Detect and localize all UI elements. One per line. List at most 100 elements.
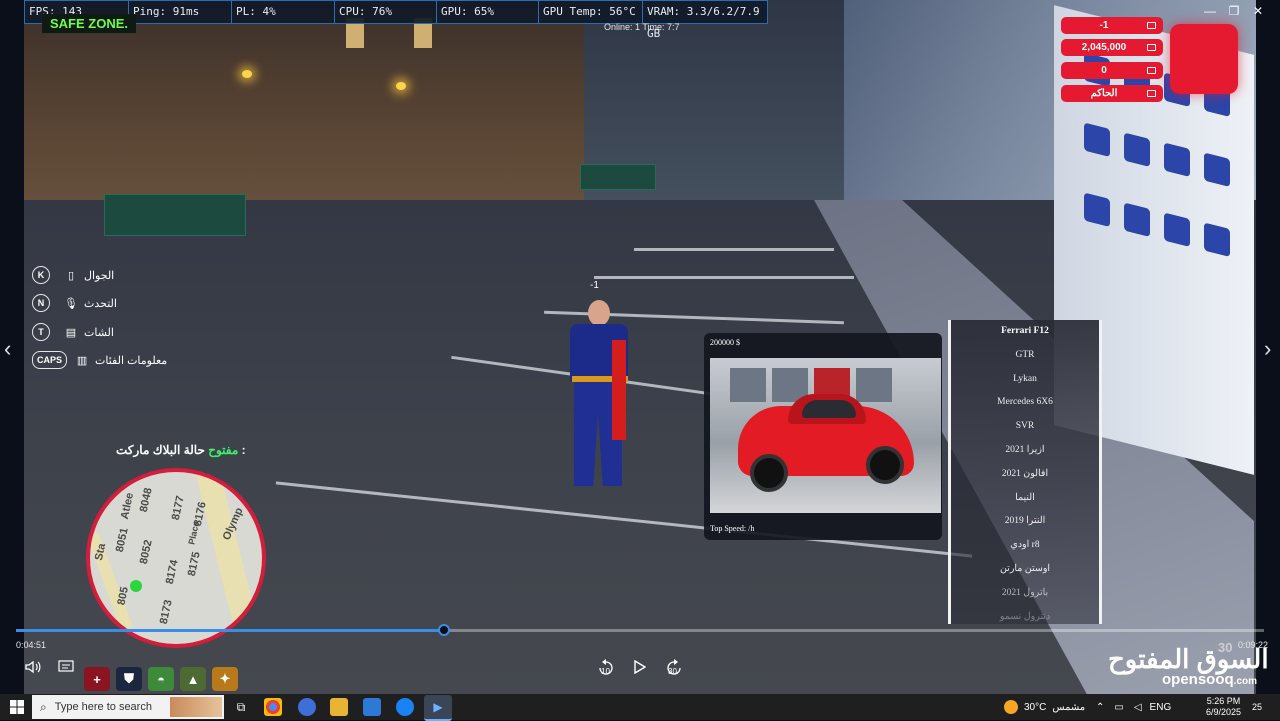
player-id-tag: -1 [590,280,599,291]
player-id-row: -1 [1061,17,1163,34]
video-progress-fill [16,629,445,632]
chevron-right-icon: › [1264,336,1272,361]
vehicle-list-item[interactable]: افالون 2021 [951,463,1099,487]
armor-button: ⛊ [116,667,142,691]
chrome-app-button[interactable] [264,698,282,716]
vehicle-list-item[interactable]: GTR [951,344,1099,368]
captions-button[interactable] [57,658,75,676]
clock-date: 6/9/2025 [1206,707,1242,717]
notification-count: 25 [1252,702,1263,712]
chat-icon: ▤ [65,326,77,339]
store-button[interactable] [363,698,381,716]
map-label: 8175 [185,550,203,578]
rewind-10-button[interactable]: 10 [596,657,616,679]
weather-widget[interactable]: 30°C مشمس [1004,694,1085,720]
map-label: 8052 [137,538,155,566]
microphone-icon: 🎙 [64,297,78,310]
vehicle-image [710,358,941,513]
close-button[interactable]: ✕ [1236,0,1280,22]
vehicle-list-item[interactable]: دنترول نسمو [951,606,1099,630]
phone-icon: ▯ [67,269,75,282]
opensooq-watermark: السوق المفتوح opensooq.com [1108,644,1269,688]
vehicle-list-item[interactable]: اودي r8 [951,534,1099,558]
health-button: + [84,667,110,691]
vehicle-list: Ferrari F12 GTR Lykan Mercedes 6X6 SVR ا… [948,320,1102,624]
clock[interactable]: 5:26 PM 6/9/2025 [1206,694,1241,720]
player-blip [130,580,142,592]
dumpster [104,194,246,236]
logo-tld: .com [1233,676,1258,687]
profile-app-button[interactable] [298,698,316,716]
parking-line [594,276,854,279]
media-player-icon: ▶ [433,700,443,714]
ping-readout: Ping: 91ms [129,1,232,23]
map-label: 8048 [137,486,155,514]
bank-balance: 2,045,000 [1081,42,1127,53]
video-scrubber-handle[interactable] [438,624,451,636]
vehicle-list-item[interactable]: النترا 2019 [951,510,1099,534]
notifications-button[interactable]: 25 [1252,694,1262,720]
language-indicator[interactable]: ENG [1150,702,1172,713]
key-label: الجوال [84,269,115,282]
sun-icon [1004,700,1018,714]
search-icon: ⌕ [40,699,47,714]
id-card-icon [1147,22,1156,29]
vehicle-top-speed: Top Speed: /h [710,524,755,533]
gpu-temp-readout: GPU Temp: 56°C [539,1,643,23]
car-wheel [866,446,904,484]
vehicle-list-item[interactable]: Lykan [951,368,1099,392]
system-tray: ⌃ ▭ ◁ ENG [1096,694,1181,720]
chevron-left-icon: ‹ [4,336,12,361]
messenger-button[interactable] [396,698,414,716]
map-label: 805 [115,585,131,607]
bank-icon [1147,44,1156,51]
vehicle-list-item[interactable]: اوستن مارتن [951,558,1099,582]
next-arrow-button[interactable]: › [1264,336,1271,362]
minimap: 8051 8048 8177 8176 8052 8174 8175 8173 … [86,468,266,648]
volume-tray-icon[interactable]: ◁ [1134,702,1142,713]
start-button[interactable] [8,698,26,716]
job-title: الحاكم [1090,88,1118,99]
key-hint-phone: K ▯ الجوال [32,266,114,284]
map-label: 8173 [157,598,175,626]
vehicle-price: 200000 $ [710,338,740,347]
vehicle-list-item[interactable]: Ferrari F12 [951,320,1099,344]
armor-shield-icon: ⛊ [124,671,134,686]
task-view-button[interactable]: ⧉ [232,698,250,716]
street-lamp [396,82,406,90]
file-explorer-button[interactable] [330,698,348,716]
map-street-label: Atlee [118,491,137,521]
video-progress-bar[interactable] [16,624,1264,636]
vehicle-list-item[interactable]: باترول 2021 [951,582,1099,606]
player-portrait-box [1170,24,1238,94]
health-plus-icon: + [93,671,101,687]
car-wheel [750,454,788,492]
vehicle-list-item[interactable]: SVR [951,415,1099,439]
vehicle-list-item[interactable]: ازيرا 2021 [951,439,1099,463]
cash-row: 0 [1061,62,1163,79]
packet-loss-readout: PL: 4% [232,1,335,23]
logo-latin: opensooq [1162,671,1234,688]
street-lamp [242,70,252,78]
network-icon[interactable]: ▭ [1114,702,1123,713]
forward-30-button[interactable]: 30 [664,657,684,679]
key-badge: K [32,266,50,284]
cash-balance: 0 [1101,65,1107,76]
key-hint-voice: N 🎙 التحدث [32,294,117,312]
online-time-label: Online: 1 Time: 7:7 [604,22,680,32]
previous-arrow-button[interactable]: ‹ [4,336,11,362]
key-badge: CAPS [32,351,68,369]
tray-chevron-up-icon[interactable]: ⌃ [1096,702,1104,713]
play-button[interactable] [632,658,648,676]
water-drop-icon: ▲ [186,671,200,687]
vehicle-list-item[interactable]: النيما [951,487,1099,511]
vehicle-list-item[interactable]: Mercedes 6X6 [951,391,1099,415]
volume-button[interactable] [24,658,42,676]
bank-row: 2,045,000 [1061,39,1163,56]
map-label: 8174 [163,558,181,586]
player-id-value: -1 [1099,20,1109,31]
food-icon: ◓ [157,671,165,687]
media-player-button[interactable]: ▶ [424,695,452,721]
search-placeholder: Type here to search [54,701,152,713]
taskbar-search-box[interactable]: ⌕ Type here to search [32,695,224,719]
